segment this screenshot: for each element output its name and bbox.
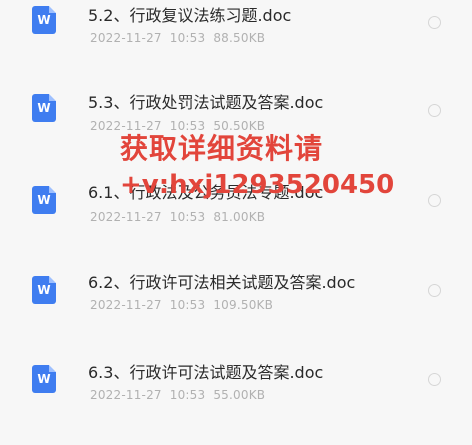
file-time: 10:53 <box>169 119 206 133</box>
select-radio[interactable] <box>428 104 441 117</box>
select-radio[interactable] <box>428 16 441 29</box>
select-radio[interactable] <box>428 194 441 207</box>
file-name: 6.3、行政许可法试题及答案.doc <box>88 363 324 382</box>
file-row[interactable]: W 6.1、行政法及公务员法专题.doc 2022-11-27 10:53 81.0… <box>0 178 472 268</box>
file-name: 5.2、行政复议法练习题.doc <box>88 6 292 25</box>
select-radio[interactable] <box>428 373 441 386</box>
file-row[interactable]: W 6.2、行政许可法相关试题及答案.doc 2022-11-27 10:53 10… <box>0 268 472 358</box>
word-doc-icon: W <box>32 186 56 214</box>
file-date: 2022-11-27 <box>90 388 162 402</box>
file-size: 55.00KB <box>213 388 266 402</box>
file-meta: 2022-11-27 10:53 55.00KB <box>90 388 273 402</box>
select-radio[interactable] <box>428 284 441 297</box>
file-size: 81.00KB <box>213 210 266 224</box>
word-doc-icon: W <box>32 6 56 34</box>
file-name: 5.3、行政处罚法试题及答案.doc <box>88 93 324 112</box>
file-date: 2022-11-27 <box>90 119 162 133</box>
file-time: 10:53 <box>169 298 206 312</box>
file-time: 10:53 <box>169 388 206 402</box>
file-row[interactable]: W 5.3、行政处罚法试题及答案.doc 2022-11-27 10:53 50.5… <box>0 88 472 178</box>
file-list: W 5.2、行政复议法练习题.doc 2022-11-27 10:53 88.50K… <box>0 0 472 443</box>
file-time: 10:53 <box>169 31 206 45</box>
file-row[interactable]: W 6.3、行政许可法试题及答案.doc 2022-11-27 10:53 55.0… <box>0 355 472 445</box>
file-name: 6.1、行政法及公务员法专题.doc <box>88 183 324 202</box>
file-meta: 2022-11-27 10:53 109.50KB <box>90 298 281 312</box>
file-meta: 2022-11-27 10:53 50.50KB <box>90 119 273 133</box>
file-size: 50.50KB <box>213 119 266 133</box>
word-doc-icon: W <box>32 94 56 122</box>
file-meta: 2022-11-27 10:53 81.00KB <box>90 210 273 224</box>
word-doc-icon: W <box>32 365 56 393</box>
file-size: 88.50KB <box>213 31 266 45</box>
file-row[interactable]: W 5.2、行政复议法练习题.doc 2022-11-27 10:53 88.50K… <box>0 0 472 90</box>
file-time: 10:53 <box>169 210 206 224</box>
file-date: 2022-11-27 <box>90 298 162 312</box>
file-meta: 2022-11-27 10:53 88.50KB <box>90 31 273 45</box>
word-doc-icon: W <box>32 276 56 304</box>
file-date: 2022-11-27 <box>90 210 162 224</box>
file-size: 109.50KB <box>213 298 274 312</box>
file-name: 6.2、行政许可法相关试题及答案.doc <box>88 273 356 292</box>
file-date: 2022-11-27 <box>90 31 162 45</box>
